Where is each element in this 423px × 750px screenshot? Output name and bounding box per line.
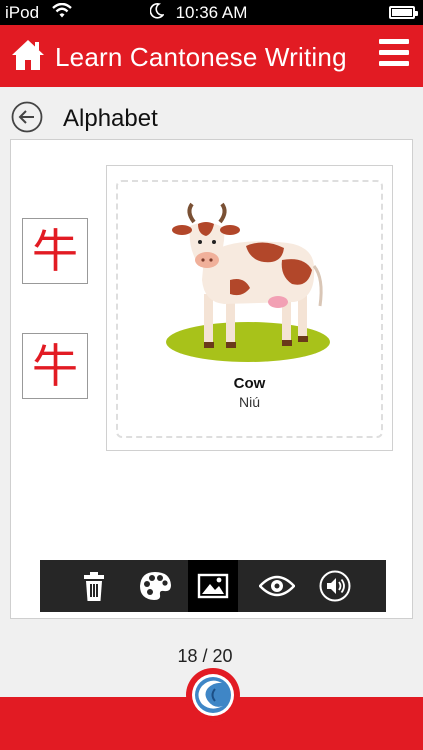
- menu-icon[interactable]: [379, 39, 409, 71]
- app-title: Learn Cantonese Writing: [55, 42, 347, 72]
- image-button[interactable]: [188, 560, 238, 612]
- speaker-button[interactable]: [310, 560, 360, 612]
- app-header: Learn Cantonese Writing: [0, 25, 423, 87]
- card-pinyin: Niú: [238, 394, 260, 410]
- trash-button[interactable]: [69, 560, 119, 612]
- speaker-icon: [319, 570, 351, 602]
- image-icon: [197, 573, 229, 599]
- status-bar: iPod 10:36 AM: [0, 0, 423, 25]
- cow-illustration: [166, 202, 330, 362]
- clock: 10:36 AM: [175, 3, 248, 22]
- word-card-frame: Cow Niú: [116, 180, 383, 438]
- app-logo-icon[interactable]: [185, 667, 241, 723]
- eye-icon: [259, 575, 295, 597]
- back-arrow-icon[interactable]: [11, 101, 43, 133]
- battery-icon: [389, 6, 418, 19]
- page-counter: 18 / 20: [177, 646, 233, 666]
- card-word: Cow: [233, 375, 266, 392]
- tool-bar: [40, 560, 386, 612]
- trash-icon: [84, 572, 104, 601]
- word-card: Cow Niú: [106, 165, 393, 451]
- section-title: Alphabet: [63, 105, 158, 132]
- character-tile[interactable]: 牛: [22, 218, 88, 284]
- palette-icon: [140, 572, 171, 600]
- character-tile[interactable]: 牛: [22, 333, 88, 399]
- home-icon[interactable]: [10, 37, 46, 73]
- eye-button[interactable]: [250, 560, 300, 612]
- lesson-panel: 牛 牛 Cow Niú: [10, 139, 413, 619]
- palette-button[interactable]: [129, 560, 179, 612]
